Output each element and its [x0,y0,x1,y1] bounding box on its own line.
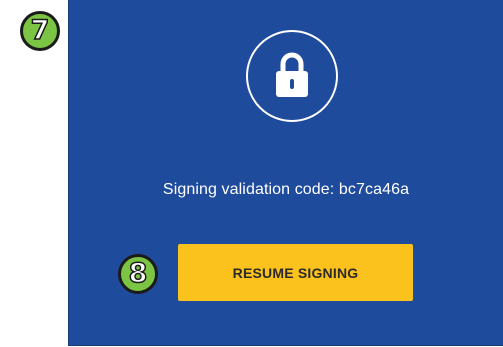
lock-icon [276,52,308,97]
resume-signing-button[interactable]: RESUME SIGNING [178,244,413,301]
lock-badge [246,30,338,122]
screen: Signing validation code: bc7ca46a RESUME… [0,0,503,347]
validation-code-text: Signing validation code: bc7ca46a [162,181,410,198]
step-badge-8: 8 [118,254,158,294]
step-badge-7: 7 [20,11,60,51]
signing-panel: Signing validation code: bc7ca46a RESUME… [68,0,503,346]
